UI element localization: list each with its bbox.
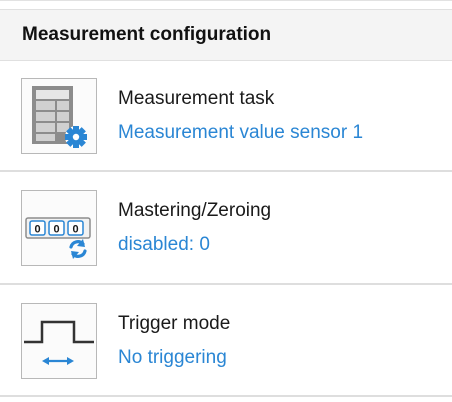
- digit-2: 0: [53, 224, 59, 236]
- mastering-zeroing-item[interactable]: 0 0 0 Mastering/Zeroing disabled: 0: [0, 173, 452, 283]
- measurement-task-value[interactable]: Measurement value sensor 1: [118, 122, 363, 144]
- trigger-mode-icon: [21, 303, 97, 379]
- trigger-mode-value[interactable]: No triggering: [118, 347, 227, 369]
- measurement-task-icon: [21, 78, 97, 154]
- divider: [0, 283, 452, 285]
- digit-1: 0: [34, 224, 40, 236]
- mastering-zeroing-icon: 0 0 0: [21, 190, 97, 266]
- top-border: [0, 0, 452, 1]
- divider: [0, 170, 452, 172]
- divider: [0, 395, 452, 397]
- measurement-task-label: Measurement task: [118, 88, 275, 109]
- panel-title: Measurement configuration: [22, 24, 272, 45]
- mastering-zeroing-value[interactable]: disabled: 0: [118, 234, 210, 256]
- mastering-zeroing-label: Mastering/Zeroing: [118, 200, 272, 221]
- trigger-mode-label: Trigger mode: [118, 313, 231, 334]
- measurement-task-item[interactable]: Measurement task Measurement value senso…: [0, 61, 452, 171]
- measurement-configuration-panel: Measurement configuration Measurement ta…: [0, 0, 452, 402]
- panel-header: Measurement configuration: [0, 9, 452, 61]
- digit-3: 0: [72, 224, 78, 236]
- trigger-mode-item[interactable]: Trigger mode No triggering: [0, 286, 452, 396]
